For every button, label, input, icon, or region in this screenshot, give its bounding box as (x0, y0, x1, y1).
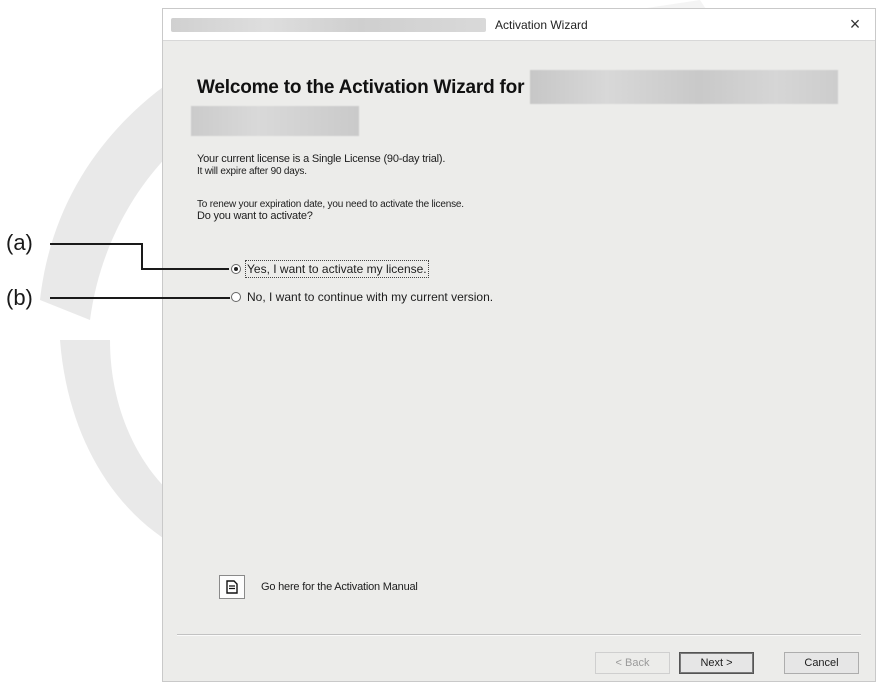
page-heading: Welcome to the Activation Wizard for (197, 77, 525, 98)
activation-wizard-window: Activation Wizard × Welcome to the Activ… (162, 8, 876, 682)
radio-continue-label[interactable]: No, I want to continue with my current v… (247, 290, 493, 304)
callout-a-line (141, 243, 143, 269)
next-button[interactable]: Next > (679, 652, 754, 674)
callout-a-line (50, 243, 142, 245)
radio-continue[interactable] (231, 292, 241, 302)
cancel-button[interactable]: Cancel (784, 652, 859, 674)
license-info-text: Your current license is a Single License… (197, 153, 446, 165)
footer-divider (177, 634, 861, 636)
activation-manual-button[interactable] (219, 575, 245, 599)
redacted-product-name (530, 70, 838, 104)
redacted-title-area (171, 18, 486, 32)
radio-activate-label[interactable]: Yes, I want to activate my license. (245, 260, 429, 278)
back-button[interactable]: < Back (595, 652, 670, 674)
callout-a-line (141, 268, 229, 270)
title-bar: Activation Wizard × (163, 9, 875, 41)
callout-b-line (50, 297, 230, 299)
callout-b-label: (b) (6, 285, 33, 310)
activate-question: Do you want to activate? (197, 210, 313, 222)
renew-info-text: To renew your expiration date, you need … (197, 199, 464, 210)
radio-activate[interactable] (231, 264, 241, 274)
document-icon (226, 580, 238, 594)
close-icon[interactable]: × (843, 13, 867, 35)
activation-manual-link[interactable]: Go here for the Activation Manual (261, 581, 418, 593)
callout-a-label: (a) (6, 230, 33, 255)
window-title: Activation Wizard (495, 18, 588, 32)
redacted-product-name-continued (191, 106, 359, 136)
expiry-info-text: It will expire after 90 days. (197, 166, 307, 177)
